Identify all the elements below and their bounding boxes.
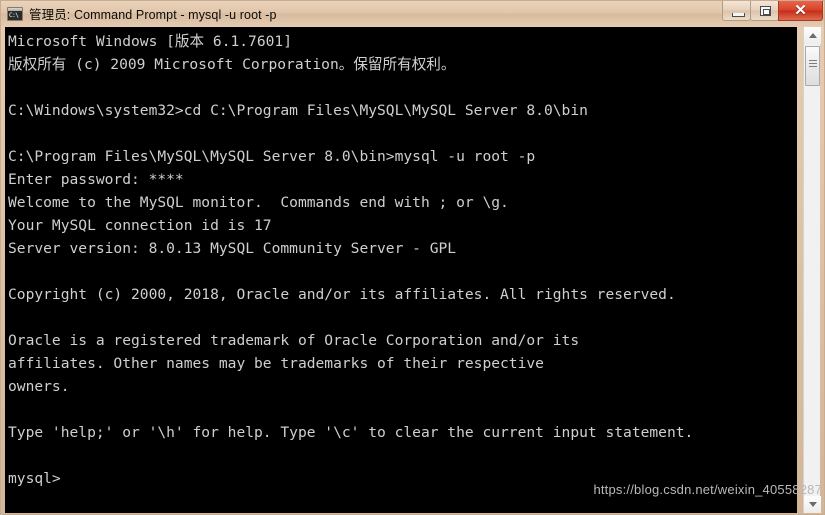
minimize-button[interactable]: [722, 1, 751, 21]
cmd-console-icon: C:\: [7, 6, 23, 21]
console-window: C:\ 管理员: Command Prompt - mysql -u root …: [0, 0, 825, 515]
close-button[interactable]: ✕: [778, 1, 823, 21]
window-title: 管理员: Command Prompt - mysql -u root -p: [29, 8, 277, 22]
console-output-area[interactable]: Microsoft Windows [版本 6.1.7601] 版权所有 (c)…: [5, 27, 797, 513]
console-text: Microsoft Windows [版本 6.1.7601] 版权所有 (c)…: [8, 33, 694, 487]
maximize-button[interactable]: [750, 1, 779, 21]
vertical-scrollbar[interactable]: [803, 27, 821, 513]
title-bar[interactable]: C:\ 管理员: Command Prompt - mysql -u root …: [1, 1, 824, 26]
watermark-url: https://blog.csdn.net/weixin_40558287: [593, 482, 822, 497]
maximize-icon: [760, 6, 771, 16]
scrollbar-grip-icon: [809, 60, 817, 61]
minimize-icon: [732, 13, 745, 17]
cmd-icon-text: C:\: [9, 11, 19, 19]
scroll-down-arrow-icon: [808, 502, 817, 507]
scrollbar-thumb[interactable]: [805, 46, 820, 86]
window-controls: ✕: [722, 1, 823, 21]
scroll-up-button[interactable]: [804, 27, 821, 44]
close-icon: ✕: [794, 2, 807, 19]
scroll-down-button[interactable]: [804, 496, 821, 513]
scroll-up-arrow-icon: [808, 33, 817, 38]
